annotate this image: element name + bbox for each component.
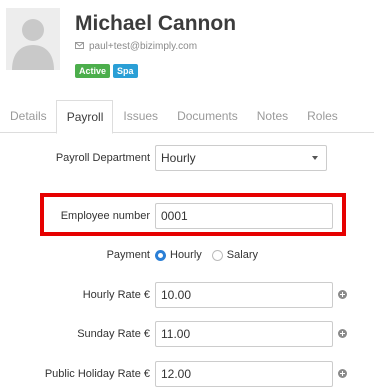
tab-details[interactable]: Details (0, 100, 56, 133)
payment-hourly-label[interactable]: Hourly (170, 249, 202, 261)
envelope-icon (75, 41, 84, 52)
tab-documents[interactable]: Documents (167, 100, 247, 133)
payment-radio-group: Hourly Salary (155, 242, 268, 268)
payment-hourly-radio[interactable] (155, 249, 166, 261)
payroll-department-value: Hourly (161, 151, 196, 165)
add-hourly-rate-icon[interactable] (338, 290, 347, 299)
email-row: paul+test@bizimply.com (75, 41, 197, 52)
public-holiday-rate-row: Public Holiday Rate € 12.00 (0, 361, 374, 388)
status-badges: Active Spa (75, 64, 141, 78)
tab-payroll[interactable]: Payroll (55, 100, 114, 134)
payroll-department-label: Payroll Department (55, 152, 150, 164)
add-sunday-rate-icon[interactable] (338, 329, 347, 338)
hourly-rate-input[interactable]: 10.00 (155, 282, 333, 308)
location-badge-spa: Spa (113, 64, 138, 78)
employee-email: paul+test@bizimply.com (89, 41, 198, 52)
tab-notes[interactable]: Notes (247, 100, 297, 133)
hourly-rate-label: Hourly Rate € (82, 289, 150, 301)
payment-salary-label[interactable]: Salary (227, 249, 258, 261)
payroll-department-row: Payroll Department Hourly (0, 145, 374, 173)
avatar (6, 8, 60, 70)
user-silhouette-icon (12, 19, 54, 70)
payroll-department-select[interactable]: Hourly (155, 145, 327, 171)
profile-header: Michael Cannon paul+test@bizimply.com Ac… (0, 0, 374, 100)
public-holiday-rate-input[interactable]: 12.00 (155, 361, 333, 387)
profile-tabs: Details Payroll Issues Documents Notes R… (0, 100, 374, 134)
employee-number-highlight-box (40, 193, 346, 236)
payment-row: Payment Hourly Salary (0, 242, 374, 270)
tab-roles[interactable]: Roles (297, 100, 347, 133)
tab-issues[interactable]: Issues (113, 100, 167, 133)
hourly-rate-row: Hourly Rate € 10.00 (0, 282, 374, 310)
payment-salary-radio[interactable] (211, 249, 223, 261)
employee-name: Michael Cannon (75, 12, 237, 35)
sunday-rate-row: Sunday Rate € 11.00 (0, 321, 374, 349)
payment-label: Payment (106, 249, 150, 261)
public-holiday-rate-label: Public Holiday Rate € (44, 368, 150, 380)
sunday-rate-label: Sunday Rate € (77, 328, 150, 340)
sunday-rate-input[interactable]: 11.00 (155, 321, 333, 347)
add-public-holiday-rate-icon[interactable] (338, 369, 347, 378)
status-badge-active: Active (75, 64, 111, 78)
chevron-down-icon (312, 156, 318, 160)
